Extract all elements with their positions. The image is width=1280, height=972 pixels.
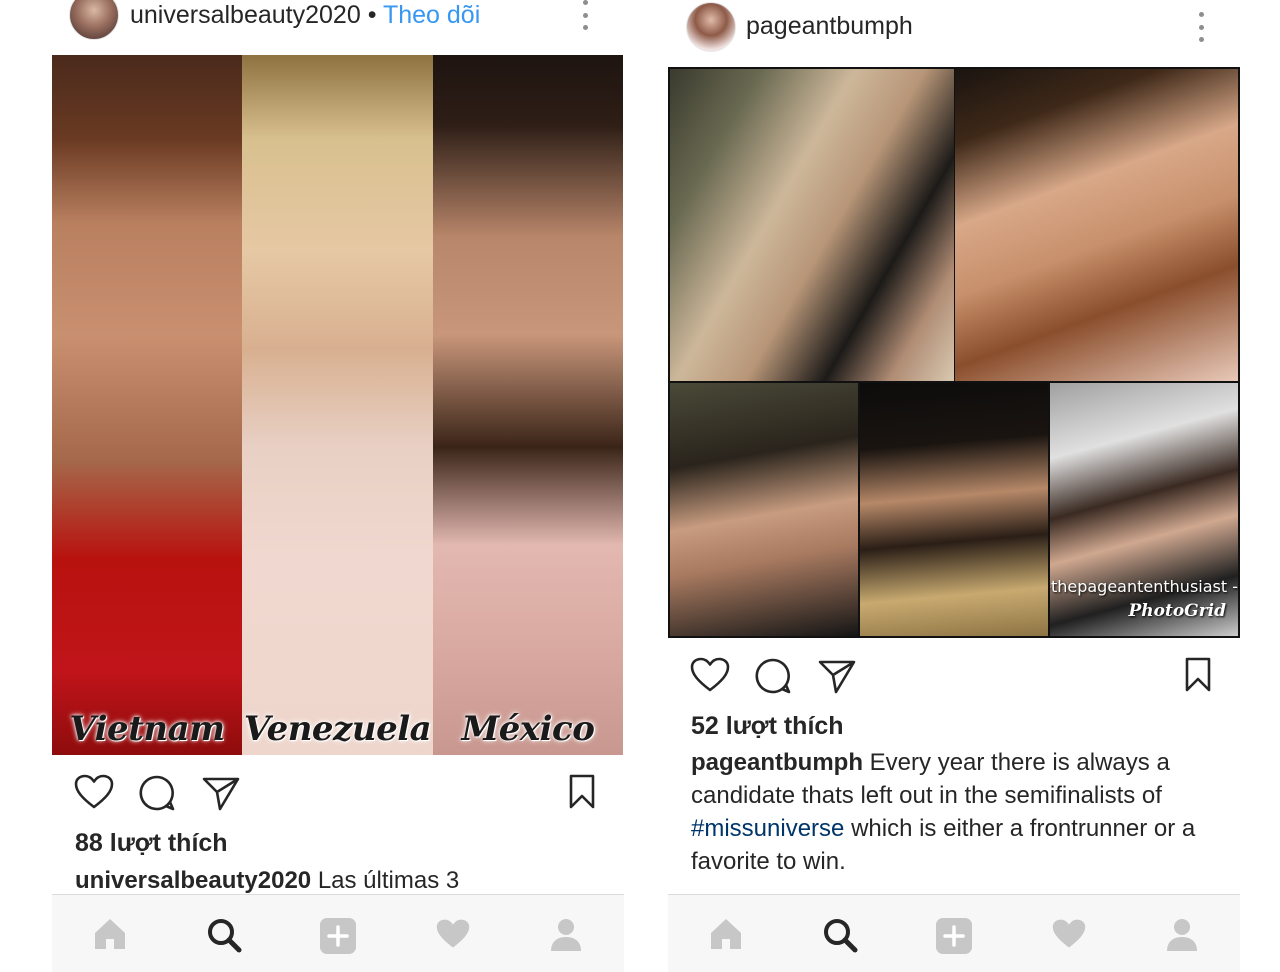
username-label[interactable]: pageantbumph (746, 12, 913, 41)
collage-photo-1 (670, 69, 954, 381)
bottom-nav-bar (668, 894, 1240, 972)
caption-hashtag-link[interactable]: #missuniverse (691, 815, 844, 842)
photo-caption-venezuela: Venezuela (243, 709, 432, 749)
comment-bubble-icon[interactable] (754, 657, 792, 695)
share-paper-plane-icon[interactable] (818, 659, 856, 695)
avatar[interactable] (69, 0, 119, 40)
watermark-line1: -thepageantenthusiast - (1050, 577, 1238, 596)
profile-icon[interactable] (1165, 917, 1199, 953)
photo-caption-vietnam: Vietnam (69, 709, 225, 749)
more-options-icon[interactable] (1196, 12, 1206, 42)
activity-heart-icon[interactable] (435, 917, 471, 951)
username-text[interactable]: pageantbumph (746, 12, 913, 40)
post-photo-collage[interactable]: -thepageantenthusiast - PhotoGrid (668, 67, 1240, 638)
save-bookmark-icon[interactable] (568, 774, 596, 810)
username-text[interactable]: universalbeauty2020 (130, 1, 361, 29)
likes-count[interactable]: 88 lượt thích (75, 829, 228, 858)
save-bookmark-icon[interactable] (1184, 657, 1212, 693)
like-heart-icon[interactable] (690, 657, 730, 693)
more-options-icon[interactable] (580, 0, 590, 30)
share-paper-plane-icon[interactable] (202, 776, 240, 812)
watermark-line2: PhotoGrid (1128, 601, 1227, 621)
post-header: universalbeauty2020 • Theo dõi (52, 0, 624, 40)
photo-panel-vietnam: Vietnam (52, 55, 242, 755)
photo-caption-mexico: México (461, 709, 595, 749)
add-icon[interactable] (319, 917, 357, 955)
photo-panel-venezuela: Venezuela (242, 55, 433, 755)
separator-dot: • (367, 1, 377, 29)
likes-count[interactable]: 52 lượt thích (691, 712, 844, 741)
add-icon[interactable] (935, 917, 973, 955)
home-icon[interactable] (708, 917, 744, 951)
search-icon[interactable] (206, 917, 242, 953)
collage-photo-4 (860, 383, 1048, 636)
home-icon[interactable] (92, 917, 128, 951)
post-caption: pageantbumph Every year there is always … (691, 746, 1221, 878)
post-photo[interactable]: Vietnam Venezuela México (52, 55, 623, 755)
username-label[interactable]: universalbeauty2020 • Theo dõi (130, 1, 480, 30)
caption-text: Las últimas 3 (317, 867, 460, 894)
post-caption: universalbeauty2020 Las últimas 3 (75, 864, 595, 897)
avatar[interactable] (686, 2, 736, 52)
collage-photo-5: -thepageantenthusiast - PhotoGrid (1050, 383, 1238, 636)
collage-photo-3 (670, 383, 858, 636)
photo-panel-mexico: México (433, 55, 623, 755)
activity-heart-icon[interactable] (1051, 917, 1087, 951)
follow-button[interactable]: Theo dõi (383, 1, 480, 29)
collage-photo-2 (955, 69, 1238, 381)
post-header: pageantbumph (668, 2, 1240, 52)
like-heart-icon[interactable] (74, 774, 114, 810)
post-pageantbumph: pageantbumph -thepageantenthusiast - Pho… (668, 0, 1240, 972)
bottom-nav-bar (52, 894, 624, 972)
caption-username[interactable]: universalbeauty2020 (75, 867, 311, 894)
post-universalbeauty: universalbeauty2020 • Theo dõi Vietnam V… (52, 0, 624, 972)
caption-username[interactable]: pageantbumph (691, 749, 863, 776)
search-icon[interactable] (822, 917, 858, 953)
comment-bubble-icon[interactable] (138, 774, 176, 812)
profile-icon[interactable] (549, 917, 583, 953)
